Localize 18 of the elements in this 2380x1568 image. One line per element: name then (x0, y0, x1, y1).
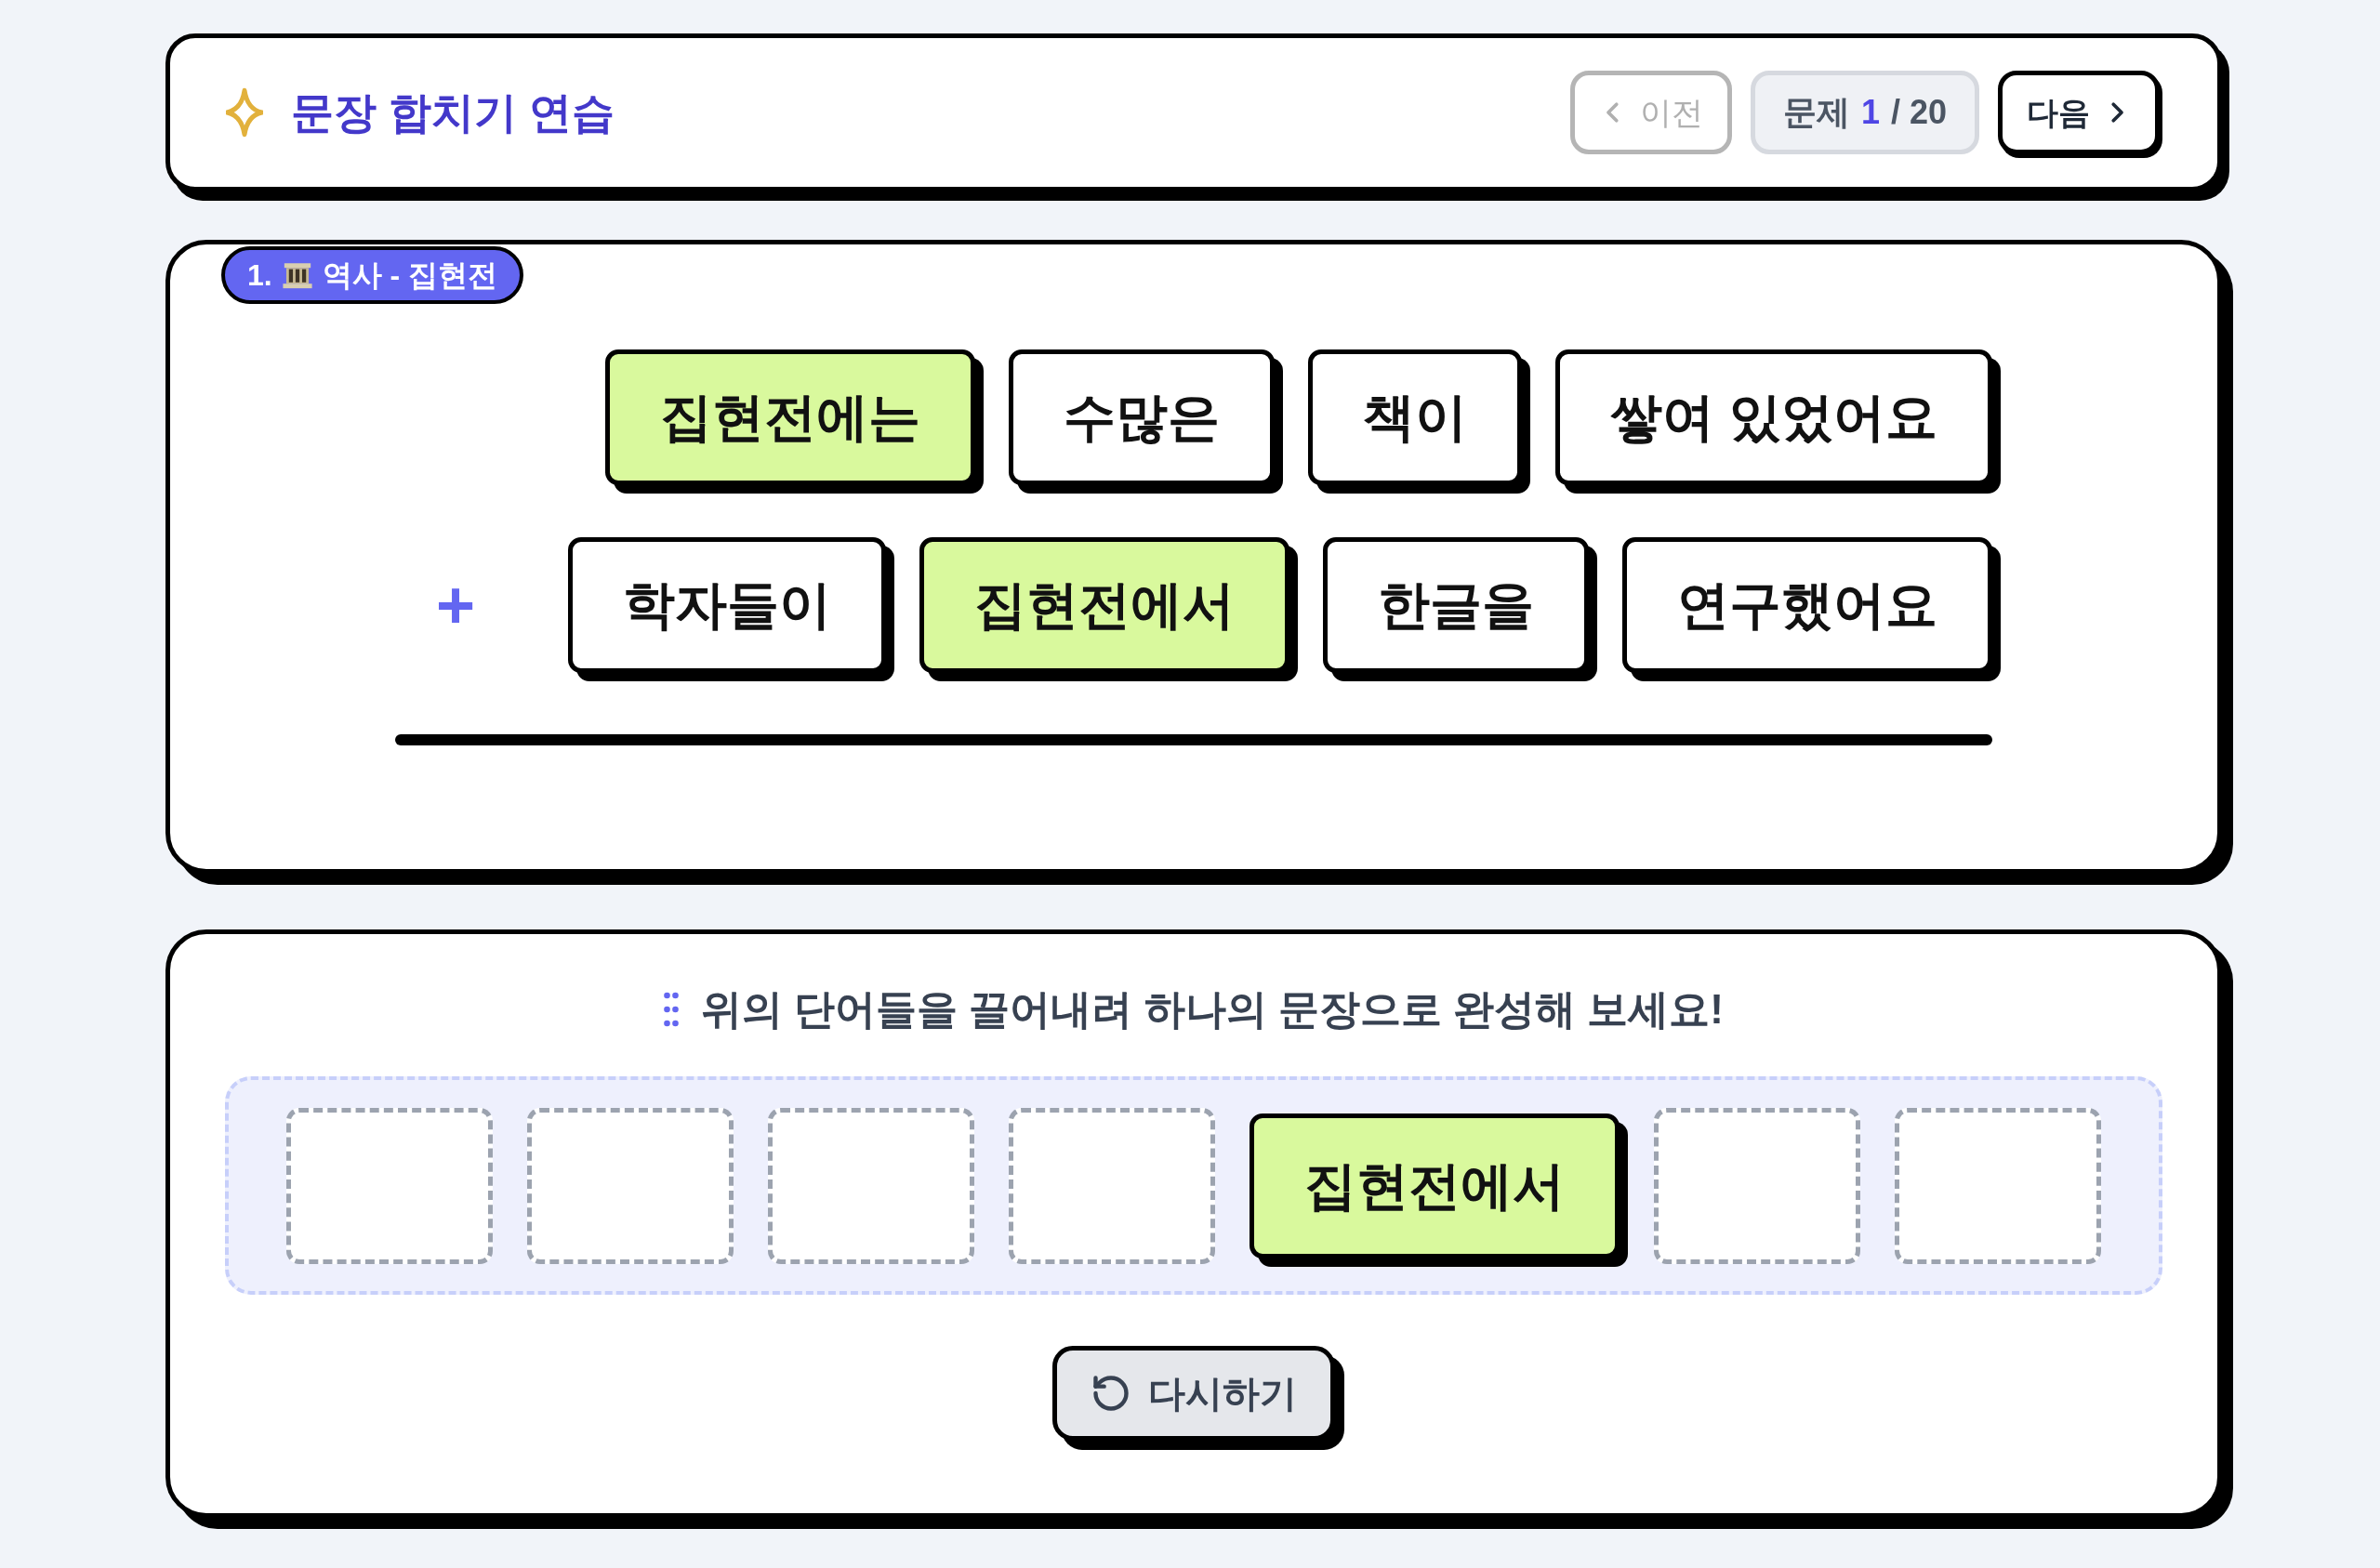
badge-number: 1. (247, 260, 272, 290)
answer-slot[interactable] (527, 1107, 734, 1264)
answer-slot[interactable] (768, 1107, 974, 1264)
sparkle-icon (226, 87, 263, 138)
answer-slot[interactable] (1654, 1107, 1860, 1264)
counter-current: 1 (1860, 96, 1880, 129)
counter-label: 문제 (1782, 96, 1850, 129)
answer-slot[interactable] (1009, 1107, 1215, 1264)
drop-zone[interactable]: 집현전에서 (225, 1076, 2162, 1295)
instruction-text: 위의 단어들을 끌어내려 하나의 문장으로 완성해 보세요! (701, 989, 1724, 1030)
answer-slot[interactable] (1895, 1107, 2101, 1264)
answer-slot[interactable] (286, 1107, 493, 1264)
badge-label: 역사 - 집현전 (322, 260, 498, 290)
page-title: 문장 합치기 연습 (291, 91, 615, 134)
plus-sign: + (435, 572, 475, 639)
drag-dots-icon (664, 992, 679, 1027)
counter-total: / 20 (1890, 96, 1947, 129)
rotate-ccw-icon (1091, 1373, 1131, 1414)
